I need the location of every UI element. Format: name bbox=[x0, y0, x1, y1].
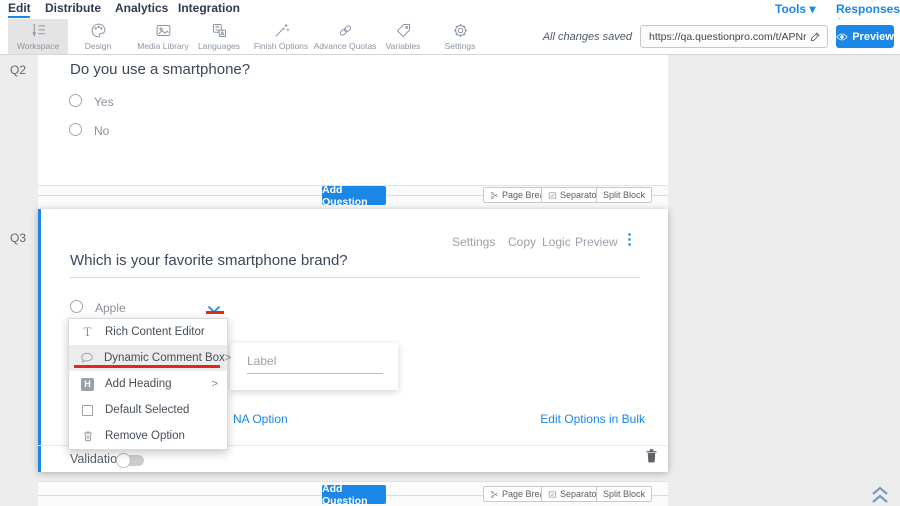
q2-question-text[interactable]: Do you use a smartphone? bbox=[70, 61, 250, 78]
survey-url-input[interactable] bbox=[649, 31, 807, 43]
image-icon bbox=[155, 22, 172, 39]
trash-icon bbox=[80, 429, 95, 443]
separator-icon bbox=[548, 490, 557, 499]
preview-button[interactable]: Preview bbox=[836, 25, 894, 48]
palette-icon bbox=[90, 22, 107, 39]
scissors-icon bbox=[490, 490, 499, 499]
annotation-underline-dynamic-comment-box bbox=[74, 365, 220, 368]
nav-edit[interactable]: Edit bbox=[8, 1, 31, 15]
q2-option-label: Yes bbox=[94, 95, 114, 109]
question-card-q2: Do you use a smartphone? Yes No bbox=[38, 55, 668, 186]
toggle-knob bbox=[116, 453, 131, 468]
survey-url-box bbox=[640, 25, 828, 48]
question-number-q3: Q3 bbox=[10, 231, 26, 245]
text-icon: T bbox=[80, 324, 95, 340]
insert-strip-bottom: Add Question Page Break Separator Split … bbox=[38, 481, 668, 506]
toolbar-workspace[interactable]: Workspace bbox=[8, 19, 68, 54]
active-question-indicator bbox=[38, 209, 41, 472]
insert-strip-top: Add Question Page Break Separator Split … bbox=[38, 186, 668, 209]
add-question-button[interactable]: Add Question bbox=[322, 186, 386, 205]
toolbar-media-library[interactable]: Media Library bbox=[128, 19, 198, 54]
option-context-menu: T Rich Content Editor Dynamic Comment Bo… bbox=[68, 318, 228, 450]
nav-distribute[interactable]: Distribute bbox=[45, 1, 101, 15]
divider bbox=[70, 277, 640, 278]
q3-copy-link[interactable]: Copy bbox=[508, 235, 536, 249]
survey-toolbar: Workspace Design Media Library Languages… bbox=[0, 19, 900, 55]
q3-option-label: Apple bbox=[95, 301, 126, 315]
caret-down-icon: ▾ bbox=[809, 2, 815, 16]
chain-icon bbox=[337, 22, 354, 39]
q3-settings-link[interactable]: Settings bbox=[452, 235, 495, 249]
checkbox-icon bbox=[80, 405, 95, 416]
delete-question-button[interactable] bbox=[644, 447, 659, 469]
toolbar-settings[interactable]: Settings bbox=[432, 19, 488, 54]
q3-more-menu-icon[interactable]: ⋮ bbox=[622, 230, 637, 248]
q2-option-label: No bbox=[94, 124, 109, 138]
scroll-to-top-button[interactable] bbox=[870, 486, 890, 506]
q2-radio-yes[interactable] bbox=[69, 94, 82, 107]
toolbar-variables[interactable]: Variables bbox=[378, 19, 428, 54]
comment-label-input[interactable] bbox=[247, 354, 383, 374]
na-option-link[interactable]: NA Option bbox=[233, 412, 288, 426]
add-question-button[interactable]: Add Question bbox=[322, 485, 386, 504]
toolbar-advance-quotas[interactable]: Advance Quotas bbox=[314, 19, 376, 54]
top-nav: Edit Distribute Analytics Integration To… bbox=[0, 0, 900, 19]
q3-radio-apple[interactable] bbox=[70, 300, 83, 313]
q3-preview-link[interactable]: Preview bbox=[575, 235, 618, 249]
menu-item-add-heading[interactable]: H Add Heading > bbox=[69, 371, 227, 397]
toolbar-languages[interactable]: Languages bbox=[194, 19, 244, 54]
workspace-icon bbox=[30, 22, 47, 39]
toolbar-finish-options[interactable]: Finish Options bbox=[250, 19, 312, 54]
trash-icon bbox=[644, 447, 659, 464]
scissors-icon bbox=[490, 191, 499, 200]
menu-item-default-selected[interactable]: Default Selected bbox=[69, 397, 227, 423]
submenu-arrow-icon: > bbox=[225, 352, 231, 364]
submenu-arrow-icon: > bbox=[212, 378, 218, 390]
comment-box-submenu bbox=[230, 343, 398, 390]
edit-url-pencil-icon[interactable] bbox=[809, 30, 822, 43]
translate-icon bbox=[211, 22, 228, 39]
q2-radio-no[interactable] bbox=[69, 123, 82, 136]
separator-icon bbox=[548, 191, 557, 200]
double-chevron-up-icon bbox=[870, 486, 890, 504]
eye-icon bbox=[836, 32, 848, 42]
menu-item-rich-content-editor[interactable]: T Rich Content Editor bbox=[69, 319, 227, 345]
validation-toggle[interactable] bbox=[118, 455, 144, 466]
split-block-button[interactable]: Split Block bbox=[596, 187, 652, 203]
option-actions-chevron-down-icon[interactable] bbox=[207, 301, 221, 319]
toolbar-design[interactable]: Design bbox=[73, 19, 123, 54]
comment-icon bbox=[80, 351, 94, 365]
tools-menu[interactable]: Tools ▾ bbox=[775, 2, 815, 16]
question-number-q2: Q2 bbox=[10, 63, 26, 77]
edit-options-in-bulk-link[interactable]: Edit Options in Bulk bbox=[540, 412, 645, 426]
annotation-underline-chevron bbox=[206, 311, 224, 314]
split-block-button[interactable]: Split Block bbox=[596, 486, 652, 502]
q3-question-text[interactable]: Which is your favorite smartphone brand? bbox=[70, 252, 348, 269]
q3-logic-link[interactable]: Logic bbox=[542, 235, 571, 249]
save-status: All changes saved bbox=[543, 31, 632, 43]
gear-icon bbox=[452, 22, 469, 39]
nav-edit-active-underline bbox=[8, 16, 30, 18]
heading-icon: H bbox=[80, 378, 95, 391]
nav-analytics[interactable]: Analytics bbox=[115, 1, 168, 15]
nav-integration[interactable]: Integration bbox=[178, 1, 240, 15]
tag-icon bbox=[395, 22, 412, 39]
menu-item-remove-option[interactable]: Remove Option bbox=[69, 423, 227, 449]
wand-icon bbox=[273, 22, 290, 39]
